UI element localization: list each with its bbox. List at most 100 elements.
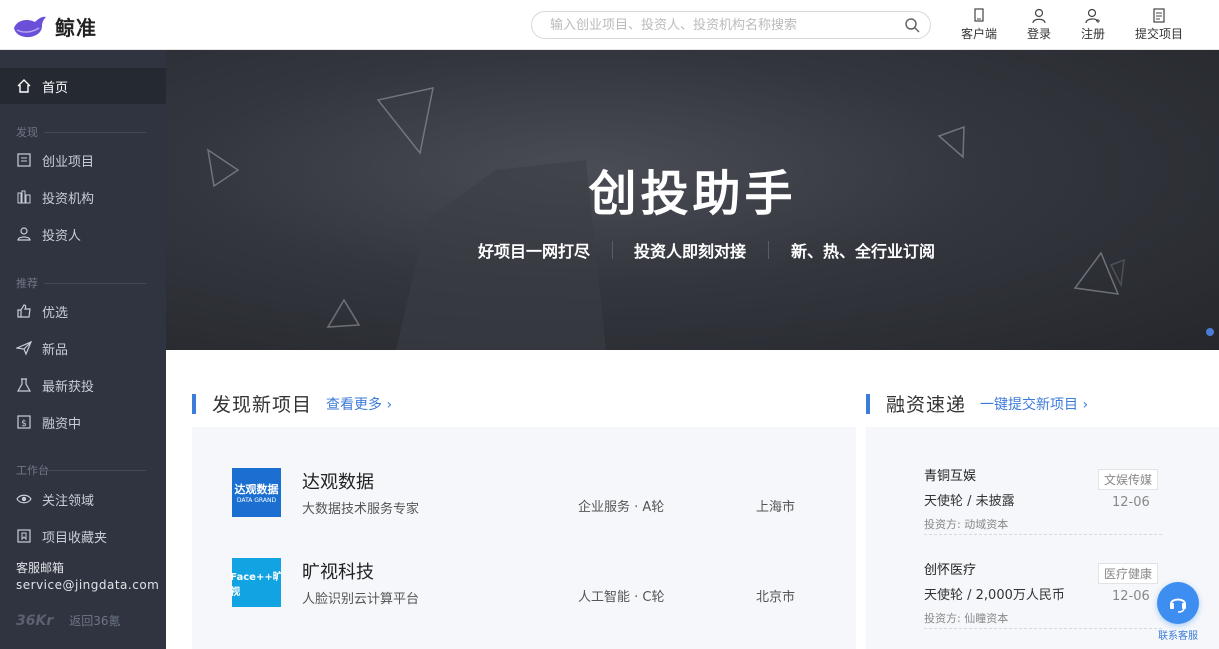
- user-add-icon: [1085, 8, 1101, 24]
- fund-industry-tag: 医疗健康: [1098, 563, 1158, 584]
- sidebar-item-label: 项目收藏夹: [42, 527, 107, 546]
- sidebar-group-workspace: 工作台: [16, 462, 146, 478]
- hero-banner[interactable]: 创投助手 好项目一网打尽 投资人即刻对接 新、热、全行业订阅: [166, 50, 1219, 350]
- project-logo: 达观数据 DATA GRAND: [232, 468, 281, 517]
- nav-submit-label: 提交项目: [1135, 25, 1183, 42]
- project-desc: 大数据技术服务专家: [302, 498, 419, 517]
- submit-project-link[interactable]: 一键提交新项目 ›: [980, 394, 1088, 414]
- list-item[interactable]: 青铜互娱 天使轮 / 未披露 投资方: 动域资本 文娱传媒 12-06: [924, 455, 1162, 535]
- person-icon: [16, 226, 32, 242]
- fund-company: 青铜互娱: [924, 465, 976, 484]
- sidebar-item-new[interactable]: 新品: [0, 330, 166, 366]
- sidebar-item-label: 新品: [42, 339, 68, 358]
- logo-text: 鲸准: [55, 12, 97, 41]
- whale-logo-icon: [13, 14, 47, 40]
- list-item[interactable]: 创怀医疗 天使轮 / 2,000万人民币 投资方: 仙瞳资本 医疗健康 12-0…: [924, 549, 1162, 629]
- bookmark-icon: [16, 528, 32, 544]
- back-to-36kr-label: 返回36氪: [69, 612, 120, 629]
- list-item[interactable]: 达观数据 DATA GRAND 达观数据 大数据技术服务专家 企业服务 · A轮…: [232, 468, 812, 518]
- sidebar-item-featured[interactable]: 优选: [0, 293, 166, 329]
- sidebar-item-followed-fields[interactable]: 关注领域: [0, 481, 166, 517]
- projects-list: 达观数据 DATA GRAND 达观数据 大数据技术服务专家 企业服务 · A轮…: [192, 427, 856, 649]
- eye-icon: [16, 491, 32, 507]
- dollar-icon: $: [16, 414, 32, 430]
- section-accent-bar: [192, 394, 196, 414]
- sidebar: 首页 发现 创业项目 投资机构 投资人 推荐 优选 新品: [0, 50, 166, 649]
- nav-submit-project[interactable]: 提交项目: [1135, 8, 1183, 42]
- building-icon: [16, 189, 32, 205]
- list-item[interactable]: Face++旷视 旷视科技 人脸识别云计算平台 人工智能 · C轮 北京市: [232, 558, 812, 608]
- banner-divider: [612, 241, 613, 259]
- thumb-up-icon: [16, 303, 32, 319]
- top-header: 鲸准 客户端 登录 注册 提交项目: [0, 0, 1219, 50]
- nav-client-label: 客户端: [961, 25, 997, 42]
- document-icon: [1151, 8, 1167, 24]
- fund-investor: 投资方: 仙瞳资本: [924, 610, 1008, 626]
- sidebar-item-institutions[interactable]: 投资机构: [0, 179, 166, 215]
- projects-title: 发现新项目: [212, 390, 312, 417]
- nav-client[interactable]: 客户端: [961, 8, 997, 42]
- funding-header: 融资速递 一键提交新项目 ›: [866, 390, 1088, 417]
- sidebar-item-label: 优选: [42, 302, 68, 321]
- fund-company: 创怀医疗: [924, 559, 976, 578]
- fund-round: 天使轮 / 2,000万人民币: [924, 584, 1065, 603]
- sidebar-item-label: 创业项目: [42, 151, 94, 170]
- fund-investor: 投资方: 动域资本: [924, 516, 1008, 532]
- banner-sub-3: 新、热、全行业订阅: [791, 238, 935, 262]
- service-email[interactable]: service@jingdata.com: [16, 577, 159, 594]
- phone-icon: [971, 8, 987, 24]
- nav-login-label: 登录: [1027, 25, 1051, 42]
- fund-date: 12-06: [1112, 589, 1150, 604]
- headset-icon: [1167, 592, 1189, 614]
- project-tag: 人工智能 · C轮: [578, 586, 664, 605]
- service-label: 客服邮箱: [16, 560, 159, 577]
- 36kr-logo: 36Kr: [16, 613, 53, 629]
- sidebar-item-fundraising[interactable]: $ 融资中: [0, 404, 166, 440]
- funding-title: 融资速递: [886, 390, 966, 417]
- sidebar-group-recommend: 推荐: [16, 275, 146, 291]
- service-contact: 客服邮箱 service@jingdata.com: [16, 560, 159, 594]
- sidebar-item-home[interactable]: 首页: [0, 68, 166, 104]
- sidebar-item-label: 首页: [42, 77, 68, 96]
- sidebar-item-label: 投资人: [42, 225, 81, 244]
- svg-text:$: $: [21, 419, 27, 429]
- sidebar-item-startups[interactable]: 创业项目: [0, 142, 166, 178]
- sidebar-item-investors[interactable]: 投资人: [0, 216, 166, 252]
- contact-service-button[interactable]: [1157, 582, 1199, 624]
- sidebar-item-label: 融资中: [42, 413, 81, 432]
- logo[interactable]: 鲸准: [13, 12, 97, 41]
- nav-register[interactable]: 注册: [1081, 8, 1105, 42]
- sidebar-item-label: 投资机构: [42, 188, 94, 207]
- back-to-36kr[interactable]: 36Kr 返回36氪: [16, 612, 121, 629]
- search-box: [531, 11, 931, 39]
- sidebar-group-discover: 发现: [16, 124, 146, 140]
- carousel-dot[interactable]: [1206, 328, 1214, 336]
- projects-header: 发现新项目 查看更多 ›: [192, 390, 392, 417]
- banner-divider: [768, 241, 769, 259]
- list-icon: [16, 152, 32, 168]
- banner-sub-1: 好项目一网打尽: [478, 238, 590, 262]
- sidebar-item-label: 最新获投: [42, 376, 94, 395]
- projects-more-link[interactable]: 查看更多 ›: [326, 394, 392, 414]
- search-input[interactable]: [550, 16, 890, 34]
- contact-service-label[interactable]: 联系客服: [1158, 627, 1198, 642]
- project-logo-subtext: DATA GRAND: [237, 497, 276, 504]
- nav-login[interactable]: 登录: [1027, 8, 1051, 42]
- send-icon: [16, 340, 32, 356]
- project-city: 上海市: [756, 496, 795, 515]
- project-name: 旷视科技: [302, 558, 374, 584]
- user-icon: [1031, 8, 1047, 24]
- nav-register-label: 注册: [1081, 25, 1105, 42]
- home-icon: [16, 78, 32, 94]
- project-logo: Face++旷视: [232, 558, 281, 607]
- project-tag: 企业服务 · A轮: [578, 496, 664, 515]
- fund-date: 12-06: [1112, 495, 1150, 510]
- project-name: 达观数据: [302, 468, 374, 494]
- project-city: 北京市: [756, 586, 795, 605]
- sidebar-item-latest-funded[interactable]: 最新获投: [0, 367, 166, 403]
- fund-industry-tag: 文娱传媒: [1098, 469, 1158, 490]
- flask-icon: [16, 377, 32, 393]
- section-accent-bar: [866, 394, 870, 414]
- search-icon[interactable]: [904, 17, 920, 33]
- sidebar-item-favorites[interactable]: 项目收藏夹: [0, 518, 166, 554]
